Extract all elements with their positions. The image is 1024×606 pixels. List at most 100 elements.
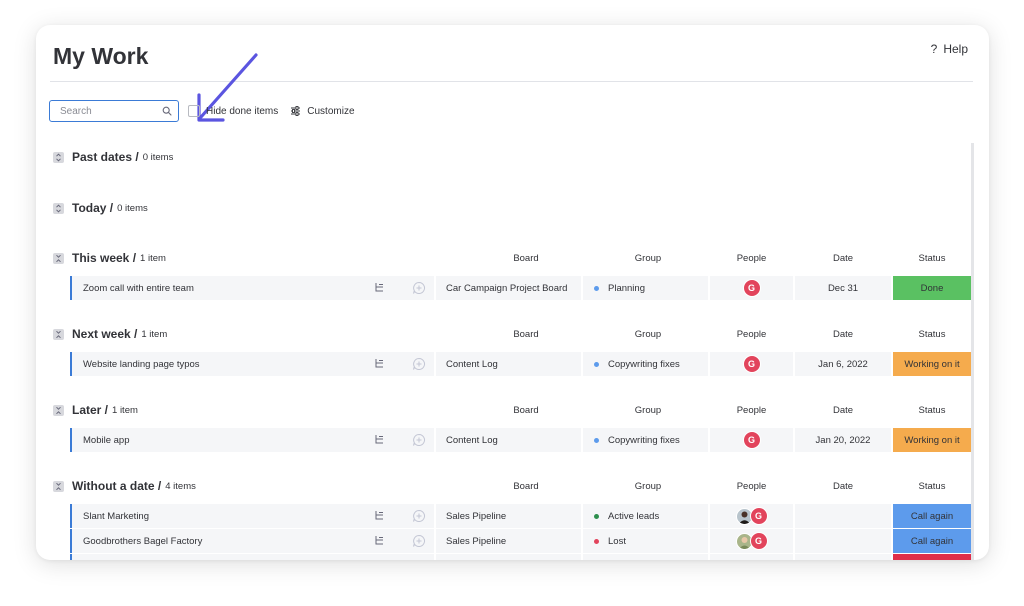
item-name-cell[interactable]: Website landing page typos bbox=[70, 352, 434, 376]
add-update-icon[interactable] bbox=[412, 433, 426, 447]
group-cell bbox=[583, 554, 708, 560]
column-header-board: Board bbox=[513, 404, 539, 416]
group-count: 1 item bbox=[140, 252, 166, 264]
column-header-date: Date bbox=[832, 252, 854, 264]
item-name-cell[interactable]: Slant Marketing bbox=[70, 504, 434, 528]
group-header-past-dates: Past dates / 0 items bbox=[53, 147, 973, 167]
column-header-status: Status bbox=[918, 404, 946, 416]
group-count: 1 item bbox=[112, 404, 138, 416]
group-title: Past dates / bbox=[72, 150, 139, 164]
avatar[interactable]: G bbox=[742, 279, 761, 297]
date-cell[interactable] bbox=[795, 504, 891, 528]
add-update-icon[interactable] bbox=[412, 509, 426, 523]
add-update-icon[interactable] bbox=[412, 357, 426, 371]
date-cell[interactable]: Jan 20, 2022 bbox=[795, 428, 891, 452]
item-name: Zoom call with entire team bbox=[83, 282, 194, 294]
date-cell[interactable] bbox=[795, 554, 891, 560]
board-cell[interactable]: Sales Pipeline bbox=[436, 504, 581, 528]
collapse-icon[interactable] bbox=[53, 252, 64, 264]
column-header-board: Board bbox=[513, 252, 539, 264]
column-header-date: Date bbox=[832, 404, 854, 416]
group-cell: Lost bbox=[583, 529, 708, 553]
collapse-icon[interactable] bbox=[53, 480, 64, 492]
item-name-cell[interactable] bbox=[70, 554, 434, 560]
item-name-cell[interactable]: Zoom call with entire team bbox=[70, 276, 434, 300]
people-cell[interactable] bbox=[710, 554, 793, 560]
column-header-people: People bbox=[736, 328, 767, 340]
avatar[interactable]: G bbox=[742, 431, 761, 449]
column-header-status: Status bbox=[918, 328, 946, 340]
status-badge[interactable] bbox=[893, 554, 971, 560]
help-label: Help bbox=[943, 42, 968, 56]
collapse-icon[interactable] bbox=[53, 404, 64, 416]
item-name-cell[interactable]: Goodbrothers Bagel Factory bbox=[70, 529, 434, 553]
search-input[interactable] bbox=[60, 105, 162, 117]
item-name-cell[interactable]: Mobile app bbox=[70, 428, 434, 452]
add-update-icon[interactable] bbox=[412, 534, 426, 548]
my-work-panel: My Work ? Help Hide done items Customize bbox=[36, 25, 989, 560]
people-cell[interactable]: G bbox=[710, 529, 793, 553]
date-cell[interactable]: Dec 31 bbox=[795, 276, 891, 300]
table-row-partial[interactable] bbox=[70, 554, 971, 560]
customize-label: Customize bbox=[307, 105, 355, 117]
group-color-dot bbox=[594, 513, 599, 519]
board-cell[interactable]: Content Log bbox=[436, 352, 581, 376]
board-cell[interactable]: Sales Pipeline bbox=[436, 529, 581, 553]
add-update-icon[interactable] bbox=[412, 281, 426, 295]
status-badge[interactable]: Call again bbox=[893, 504, 971, 528]
column-header-status: Status bbox=[918, 480, 946, 492]
status-badge[interactable]: Working on it bbox=[893, 428, 971, 452]
subitems-icon[interactable] bbox=[374, 282, 385, 293]
table-row[interactable]: Slant Marketing Sales Pipeline Active le… bbox=[70, 504, 971, 528]
table-row[interactable]: Mobile app Content Log Copywriting fixes… bbox=[70, 428, 971, 452]
avatar[interactable]: G bbox=[742, 355, 761, 373]
table-row[interactable]: Goodbrothers Bagel Factory Sales Pipelin… bbox=[70, 529, 971, 553]
subitems-icon[interactable] bbox=[374, 535, 385, 546]
group-header-today: Today / 0 items bbox=[53, 198, 973, 218]
group-count: 0 items bbox=[117, 202, 148, 214]
hide-done-checkbox[interactable] bbox=[188, 105, 200, 117]
column-header-board: Board bbox=[513, 480, 539, 492]
question-mark-icon: ? bbox=[930, 42, 938, 56]
avatar[interactable]: G bbox=[749, 532, 768, 550]
people-cell[interactable]: G bbox=[710, 276, 793, 300]
group-cell: Active leads bbox=[583, 504, 708, 528]
expand-icon[interactable] bbox=[53, 202, 64, 214]
date-cell[interactable] bbox=[795, 529, 891, 553]
people-cell[interactable]: G bbox=[710, 504, 793, 528]
board-cell[interactable]: Content Log bbox=[436, 428, 581, 452]
group-title: This week / bbox=[72, 251, 137, 265]
column-header-group: Group bbox=[634, 404, 662, 416]
search-icon[interactable] bbox=[162, 106, 172, 116]
column-header-people: People bbox=[736, 404, 767, 416]
subitems-icon[interactable] bbox=[374, 434, 385, 445]
collapse-icon[interactable] bbox=[53, 328, 64, 340]
item-name: Website landing page typos bbox=[83, 358, 200, 370]
search-box[interactable] bbox=[49, 100, 179, 122]
subitems-icon[interactable] bbox=[374, 358, 385, 369]
board-cell[interactable] bbox=[436, 554, 581, 560]
date-cell[interactable]: Jan 6, 2022 bbox=[795, 352, 891, 376]
group-color-dot bbox=[594, 538, 599, 544]
expand-icon[interactable] bbox=[53, 151, 64, 163]
item-name: Mobile app bbox=[83, 434, 130, 446]
customize-button[interactable]: Customize bbox=[290, 105, 355, 117]
toolbar: Hide done items Customize bbox=[49, 99, 355, 123]
board-cell[interactable]: Car Campaign Project Board bbox=[436, 276, 581, 300]
column-header-group: Group bbox=[634, 480, 662, 492]
help-button[interactable]: ? Help bbox=[931, 42, 968, 56]
table-row[interactable]: Zoom call with entire team Car Campaign … bbox=[70, 276, 971, 300]
avatar[interactable]: G bbox=[749, 507, 768, 525]
group-color-dot bbox=[594, 437, 599, 443]
table-row[interactable]: Website landing page typos Content Log C… bbox=[70, 352, 971, 376]
status-badge[interactable]: Done bbox=[893, 276, 971, 300]
group-cell: Copywriting fixes bbox=[583, 428, 708, 452]
status-badge[interactable]: Working on it bbox=[893, 352, 971, 376]
group-header-next-week: Next week / 1 item Board Group People Da… bbox=[53, 324, 973, 344]
people-cell[interactable]: G bbox=[710, 352, 793, 376]
subitems-icon[interactable] bbox=[374, 510, 385, 521]
people-cell[interactable]: G bbox=[710, 428, 793, 452]
status-badge[interactable]: Call again bbox=[893, 529, 971, 553]
group-cell: Planning bbox=[583, 276, 708, 300]
page-title: My Work bbox=[53, 43, 149, 69]
